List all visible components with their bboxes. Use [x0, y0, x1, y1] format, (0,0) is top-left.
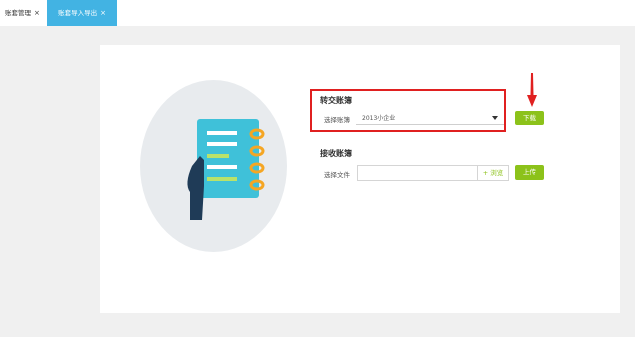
chevron-down-icon	[492, 116, 498, 120]
browse-button[interactable]: + 浏览	[477, 166, 508, 180]
select-ledger-label: 选择账簿	[324, 116, 350, 124]
close-icon[interactable]: ×	[100, 9, 106, 17]
upload-button[interactable]: 上传	[515, 165, 544, 180]
tab-bar: 账套管理 × 账套导入导出 ×	[0, 0, 635, 26]
tab-account-import-export[interactable]: 账套导入导出 ×	[47, 0, 117, 26]
close-icon[interactable]: ×	[34, 9, 40, 17]
ledger-select[interactable]: 2013小企业	[356, 111, 504, 125]
tab-account-management[interactable]: 账套管理 ×	[5, 0, 40, 26]
tab-label: 账套管理	[5, 9, 31, 17]
import-title: 接收账簿	[320, 149, 352, 158]
file-input[interactable]: + 浏览	[357, 165, 509, 181]
select-file-label: 选择文件	[324, 171, 350, 179]
download-button[interactable]: 下载	[515, 111, 544, 125]
notebook-illustration	[187, 119, 265, 220]
red-arrow-indicator	[527, 73, 537, 107]
ledger-select-value: 2013小企业	[362, 115, 396, 122]
tab-label: 账套导入导出	[58, 9, 98, 17]
export-title: 转交账簿	[320, 96, 352, 105]
